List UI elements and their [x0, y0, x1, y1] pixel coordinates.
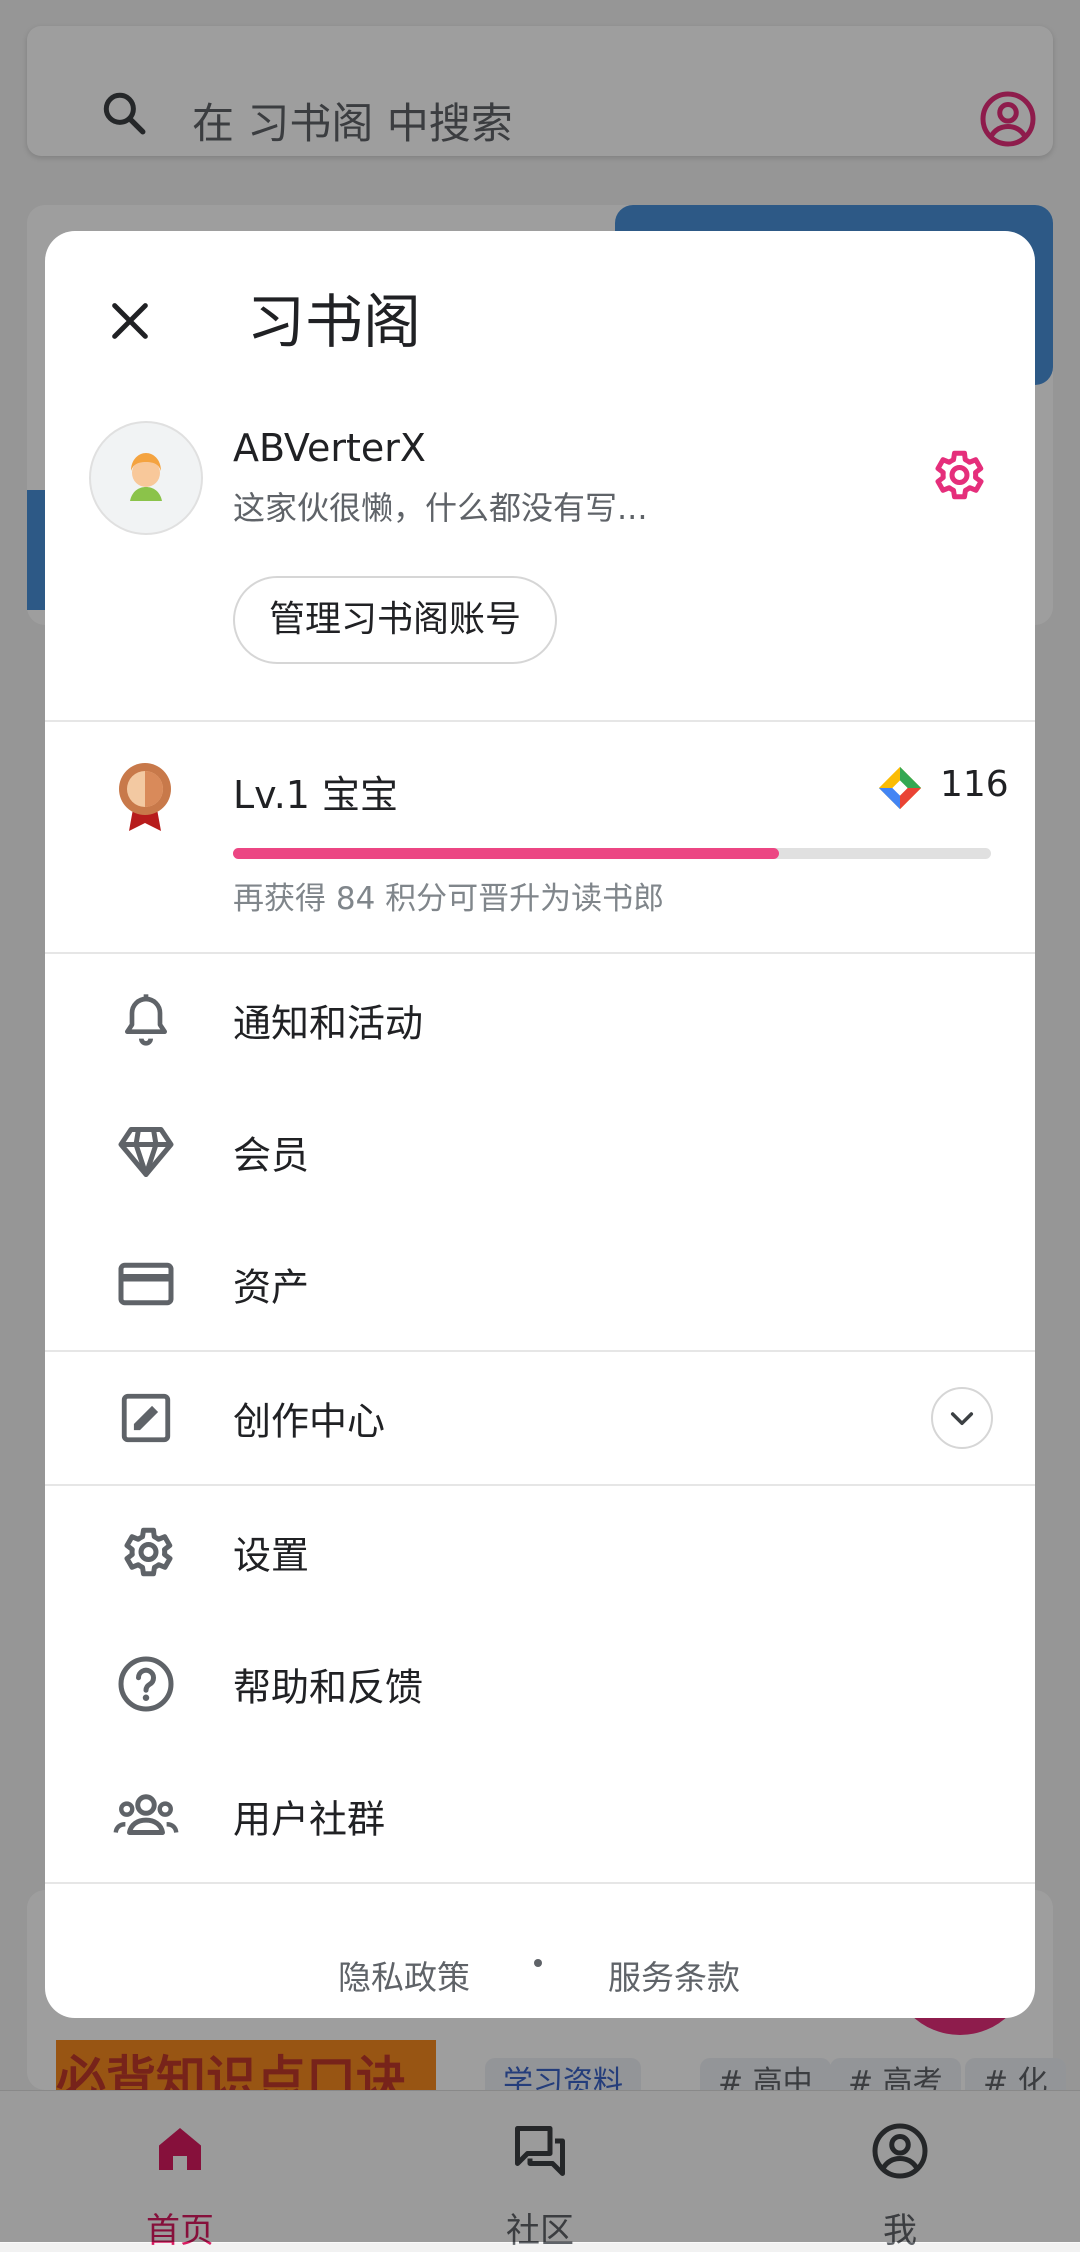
profile-settings-icon[interactable]: [927, 445, 987, 509]
menu-label: 设置: [233, 1533, 310, 1578]
menu-label: 会员: [233, 1133, 310, 1178]
credit-card-icon: [111, 1249, 181, 1319]
account-dialog: 习书阁 ABVerterX 这家伙很懒，什么都没有写... 管理习书阁账号 Lv…: [45, 231, 1035, 2018]
menu-label: 通知和活动: [233, 1001, 424, 1046]
divider: [45, 1882, 1035, 1884]
diamond-icon: [111, 1117, 181, 1187]
settings-icon: [111, 1517, 181, 1587]
group-icon: [111, 1781, 181, 1851]
medal-icon: [115, 759, 175, 837]
menu-item-assets[interactable]: 资产: [45, 1218, 1035, 1350]
points-icon: [877, 765, 923, 815]
menu-label: 帮助和反馈: [233, 1665, 424, 1710]
chevron-down-icon: [950, 1412, 974, 1426]
terms-of-service-link[interactable]: 服务条款: [608, 1951, 740, 1999]
menu-item-creation-center[interactable]: 创作中心: [45, 1352, 1035, 1484]
avatar[interactable]: [89, 421, 203, 535]
menu-label: 用户社群: [233, 1797, 386, 1842]
menu-item-help-feedback[interactable]: 帮助和反馈: [45, 1618, 1035, 1750]
close-icon: [112, 303, 148, 339]
level-hint: 再获得 84 积分可晋升为读书郎: [233, 881, 665, 917]
menu-label: 创作中心: [233, 1399, 386, 1444]
bell-icon: [111, 985, 181, 1055]
edit-square-icon: [111, 1383, 181, 1453]
divider: [45, 720, 1035, 722]
level-progress-fill: [233, 848, 779, 859]
separator-dot: [534, 1959, 542, 1967]
profile-name: ABVerterX: [233, 426, 426, 470]
help-circle-icon: [111, 1649, 181, 1719]
points-value: 116: [940, 764, 1009, 805]
dialog-title: 习书阁: [247, 288, 422, 356]
profile-bio: 这家伙很懒，什么都没有写...: [233, 489, 648, 527]
level-label: Lv.1 宝宝: [233, 773, 399, 817]
close-button[interactable]: [95, 286, 165, 356]
manage-account-button[interactable]: 管理习书阁账号: [233, 576, 558, 664]
menu-item-community[interactable]: 用户社群: [45, 1750, 1035, 1882]
menu-item-notifications[interactable]: 通知和活动: [45, 954, 1035, 1086]
menu-label: 资产: [233, 1265, 310, 1310]
menu-item-settings[interactable]: 设置: [45, 1486, 1035, 1618]
privacy-policy-link[interactable]: 隐私政策: [338, 1951, 470, 1999]
expand-button[interactable]: [931, 1387, 993, 1449]
dialog-footer: 隐私政策 服务条款: [45, 1919, 1035, 2018]
level-progress-bar: [233, 848, 991, 859]
menu-item-membership[interactable]: 会员: [45, 1086, 1035, 1218]
